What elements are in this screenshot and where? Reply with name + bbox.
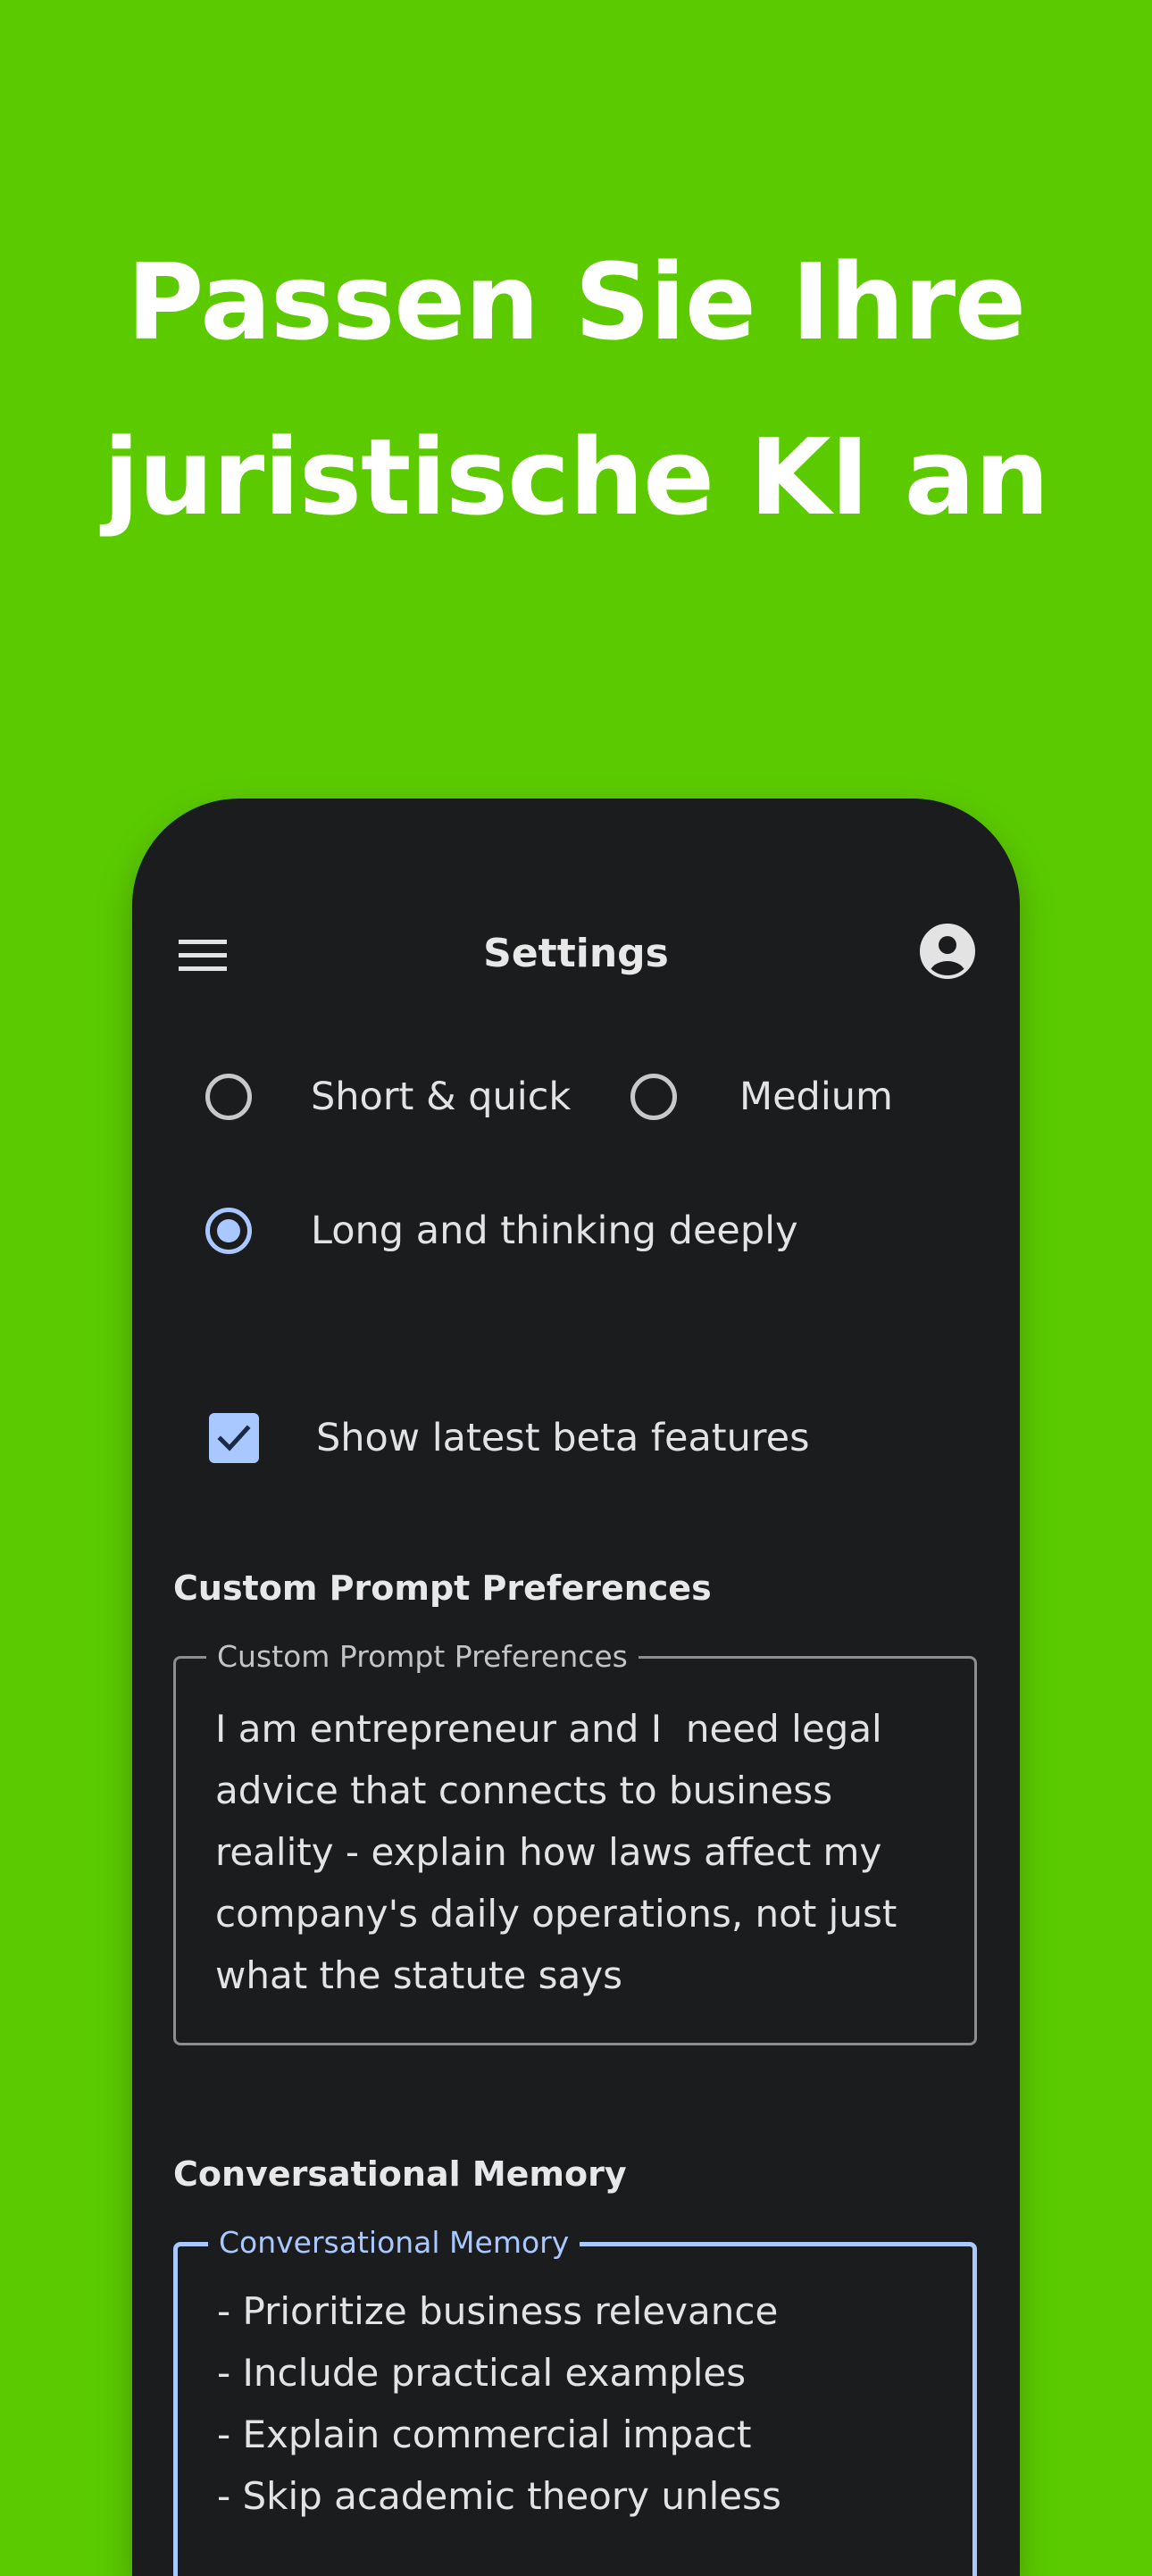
headline-line-2: juristische KI an	[103, 415, 1050, 539]
radio-label: Medium	[739, 1075, 893, 1119]
radio-button[interactable]	[630, 1074, 677, 1120]
radio-option-medium[interactable]: Medium	[630, 1074, 893, 1120]
radio-button-selected[interactable]	[205, 1208, 252, 1254]
account-circle-icon[interactable]	[920, 924, 975, 979]
conversational-memory-field-label: Conversational Memory	[208, 2225, 580, 2261]
hamburger-menu-icon[interactable]	[179, 931, 227, 981]
conversational-memory-value[interactable]: - Prioritize business relevance - Includ…	[217, 2280, 937, 2527]
headline-line-1: Passen Sie Ihre	[126, 240, 1026, 364]
beta-features-checkbox[interactable]	[209, 1413, 259, 1463]
phone-screen: Settings Short & quick Medium Long and t…	[132, 799, 1020, 2576]
beta-features-label: Show latest beta features	[316, 1416, 810, 1460]
radio-option-long[interactable]: Long and thinking deeply	[205, 1208, 798, 1254]
custom-prompt-field[interactable]: Custom Prompt Preferences I am entrepren…	[173, 1639, 977, 2045]
beta-features-toggle[interactable]: Show latest beta features	[209, 1413, 810, 1463]
checkmark-icon	[217, 1425, 251, 1451]
custom-prompt-heading: Custom Prompt Preferences	[173, 1568, 712, 1608]
radio-button[interactable]	[205, 1074, 252, 1120]
conversational-memory-field[interactable]: Conversational Memory - Prioritize busin…	[173, 2225, 977, 2576]
custom-prompt-field-label: Custom Prompt Preferences	[206, 1639, 639, 1675]
conversational-memory-heading: Conversational Memory	[173, 2154, 627, 2194]
app-bar: Settings	[132, 911, 1020, 1000]
radio-label: Long and thinking deeply	[311, 1209, 798, 1253]
page-title: Settings	[483, 931, 669, 976]
custom-prompt-value[interactable]: I am entrepreneur and I need legal advic…	[215, 1698, 939, 2006]
radio-option-short[interactable]: Short & quick	[205, 1074, 571, 1120]
promo-headline: Passen Sie Ihre juristische KI an	[0, 214, 1152, 565]
radio-label: Short & quick	[311, 1075, 572, 1119]
